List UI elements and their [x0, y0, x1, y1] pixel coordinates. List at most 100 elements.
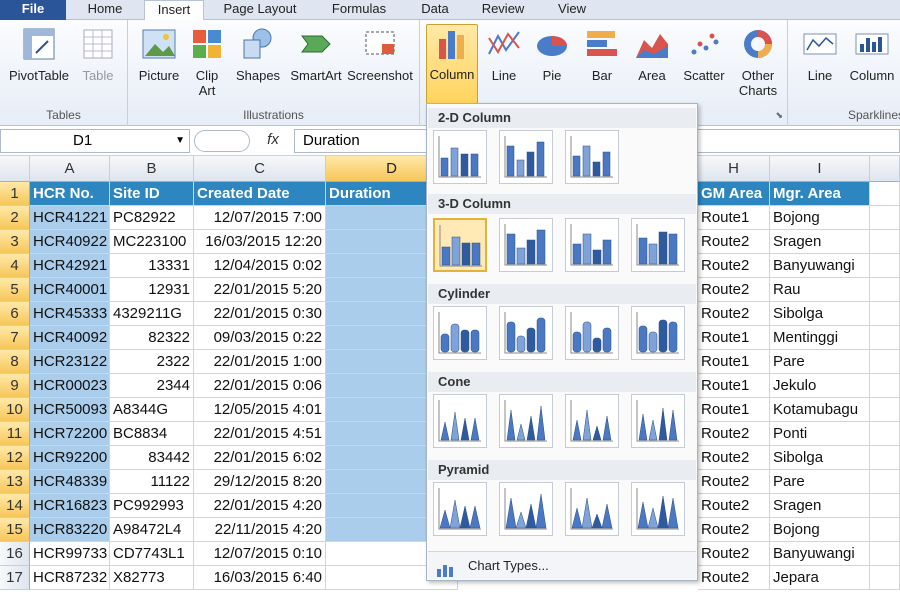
- name-box[interactable]: D1 ▼: [0, 129, 190, 153]
- cell-gm-area[interactable]: Route2: [698, 254, 770, 278]
- cone-3d-chart-option[interactable]: [631, 394, 685, 448]
- row-header[interactable]: 4: [0, 254, 30, 278]
- cell-gm-area[interactable]: Route2: [698, 230, 770, 254]
- cell-empty[interactable]: [870, 230, 900, 254]
- cell-gm-area[interactable]: Route1: [698, 350, 770, 374]
- cell-empty[interactable]: [870, 542, 900, 566]
- cell-created-date[interactable]: 22/01/2015 5:20: [194, 278, 326, 302]
- cell-site-id[interactable]: PC82922: [110, 206, 194, 230]
- cell-empty[interactable]: [870, 374, 900, 398]
- cell-created-date[interactable]: 12/05/2015 4:01: [194, 398, 326, 422]
- header-cell-site-id[interactable]: Site ID: [110, 182, 194, 206]
- column-header-h[interactable]: H: [698, 156, 770, 182]
- header-cell-hcr-no[interactable]: HCR No.: [30, 182, 110, 206]
- cell-hcr-no[interactable]: HCR16823: [30, 494, 110, 518]
- column-header-a[interactable]: A: [30, 156, 110, 182]
- cell-empty[interactable]: [870, 494, 900, 518]
- row-header[interactable]: 15: [0, 518, 30, 542]
- cylinder-3d-chart-option[interactable]: [631, 306, 685, 360]
- column-100-percent-stacked-chart-option[interactable]: [565, 130, 619, 184]
- cell-mgr-area[interactable]: Bojong: [770, 518, 870, 542]
- cell-created-date[interactable]: 22/01/2015 1:00: [194, 350, 326, 374]
- row-header[interactable]: 13: [0, 470, 30, 494]
- pivottable-button[interactable]: PivotTable: [4, 26, 74, 83]
- tab-file[interactable]: File: [0, 0, 66, 20]
- column-stacked-chart-option[interactable]: [499, 130, 553, 184]
- column-header-b[interactable]: B: [110, 156, 194, 182]
- cell-mgr-area[interactable]: Sragen: [770, 230, 870, 254]
- cell-gm-area[interactable]: Route2: [698, 302, 770, 326]
- column-chart-button[interactable]: Column: [426, 24, 478, 104]
- row-header[interactable]: 9: [0, 374, 30, 398]
- cell-hcr-no[interactable]: HCR40092: [30, 326, 110, 350]
- row-header[interactable]: 2: [0, 206, 30, 230]
- cell-gm-area[interactable]: Route2: [698, 494, 770, 518]
- row-header[interactable]: 3: [0, 230, 30, 254]
- cell-created-date[interactable]: 22/11/2015 4:20: [194, 518, 326, 542]
- cell-site-id[interactable]: 11122: [110, 470, 194, 494]
- line-chart-button[interactable]: Line: [482, 26, 526, 83]
- tab-data[interactable]: Data: [408, 0, 462, 20]
- cell-mgr-area[interactable]: Mentinggi: [770, 326, 870, 350]
- cell-gm-area[interactable]: Route1: [698, 206, 770, 230]
- row-header[interactable]: 8: [0, 350, 30, 374]
- cell-hcr-no[interactable]: HCR40922: [30, 230, 110, 254]
- cell-created-date[interactable]: 22/01/2015 4:51: [194, 422, 326, 446]
- column3d-clustered-chart-option[interactable]: [433, 218, 487, 272]
- cylinder-clustered-chart-option[interactable]: [433, 306, 487, 360]
- scatter-chart-button[interactable]: Scatter: [678, 26, 730, 83]
- cell-empty[interactable]: [870, 278, 900, 302]
- insert-function-icon[interactable]: fx: [258, 129, 288, 153]
- cell-empty[interactable]: [870, 422, 900, 446]
- cell-empty[interactable]: [870, 350, 900, 374]
- cell-hcr-no[interactable]: HCR45333: [30, 302, 110, 326]
- cell-gm-area[interactable]: Route2: [698, 278, 770, 302]
- row-header[interactable]: 10: [0, 398, 30, 422]
- cell-site-id[interactable]: 2322: [110, 350, 194, 374]
- row-header[interactable]: 17: [0, 566, 30, 590]
- column-header-c[interactable]: C: [194, 156, 326, 182]
- cell-hcr-no[interactable]: HCR41221: [30, 206, 110, 230]
- cell-site-id[interactable]: 82322: [110, 326, 194, 350]
- cylinder-100-percent-stacked-chart-option[interactable]: [565, 306, 619, 360]
- pyramid-100-percent-stacked-chart-option[interactable]: [565, 482, 619, 536]
- cell-site-id[interactable]: X82773: [110, 566, 194, 590]
- cell-empty[interactable]: [870, 398, 900, 422]
- cell-created-date[interactable]: 22/01/2015 0:06: [194, 374, 326, 398]
- cell-empty[interactable]: [870, 446, 900, 470]
- cell-mgr-area[interactable]: Sragen: [770, 494, 870, 518]
- cell-hcr-no[interactable]: HCR87232: [30, 566, 110, 590]
- tab-view[interactable]: View: [544, 0, 600, 20]
- cell-created-date[interactable]: 22/01/2015 4:20: [194, 494, 326, 518]
- tab-home[interactable]: Home: [68, 0, 142, 20]
- cone-stacked-chart-option[interactable]: [499, 394, 553, 448]
- cone-100-percent-stacked-chart-option[interactable]: [565, 394, 619, 448]
- row-header[interactable]: 12: [0, 446, 30, 470]
- row-header[interactable]: 6: [0, 302, 30, 326]
- table-button[interactable]: Table: [74, 26, 122, 83]
- cell-gm-area[interactable]: Route2: [698, 422, 770, 446]
- cell-empty[interactable]: [870, 326, 900, 350]
- chart-types-button[interactable]: Chart Types...: [428, 551, 696, 579]
- pyramid-3d-chart-option[interactable]: [631, 482, 685, 536]
- cell-hcr-no[interactable]: HCR00023: [30, 374, 110, 398]
- cell-gm-area[interactable]: Route2: [698, 470, 770, 494]
- cone-clustered-chart-option[interactable]: [433, 394, 487, 448]
- cell-site-id[interactable]: 2344: [110, 374, 194, 398]
- cell-site-id[interactable]: BC8834: [110, 422, 194, 446]
- cell-mgr-area[interactable]: Bojong: [770, 206, 870, 230]
- cell-site-id[interactable]: A98472L4: [110, 518, 194, 542]
- pyramid-clustered-chart-option[interactable]: [433, 482, 487, 536]
- other-charts-button[interactable]: Other Charts: [732, 26, 784, 98]
- header-cell-gm-area[interactable]: GM Area: [698, 182, 770, 206]
- cell-mgr-area[interactable]: Ponti: [770, 422, 870, 446]
- tab-review[interactable]: Review: [470, 0, 536, 20]
- cell-mgr-area[interactable]: Sibolga: [770, 446, 870, 470]
- cell-hcr-no[interactable]: HCR72200: [30, 422, 110, 446]
- row-header[interactable]: 14: [0, 494, 30, 518]
- clipart-button[interactable]: Clip Art: [188, 26, 226, 98]
- cell-mgr-area[interactable]: Pare: [770, 350, 870, 374]
- cell-site-id[interactable]: A8344G: [110, 398, 194, 422]
- cell-mgr-area[interactable]: Banyuwangi: [770, 542, 870, 566]
- column3d-3d-chart-option[interactable]: [631, 218, 685, 272]
